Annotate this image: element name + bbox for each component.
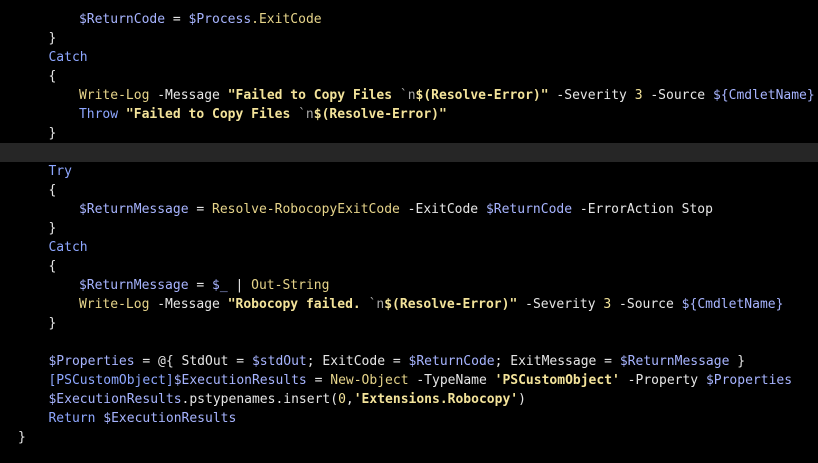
- code-token-plain: }: [48, 126, 57, 141]
- code-line[interactable]: Write-Log -Message "Robocopy failed. `n$…: [0, 295, 818, 314]
- code-line[interactable]: Write-Log -Message "Failed to Copy Files…: [0, 86, 818, 105]
- code-token-cmd: Out-String: [251, 278, 330, 293]
- code-token-param: -Source: [611, 297, 682, 312]
- code-token-param: -ErrorAction Stop: [572, 202, 713, 217]
- code-token-cmd: New-Object: [330, 373, 409, 388]
- code-token-op: |: [227, 278, 252, 293]
- code-token-var: $Properties: [705, 373, 793, 388]
- code-line[interactable]: {: [0, 181, 818, 200]
- code-token-var: $ReturnCode: [485, 202, 573, 217]
- code-line[interactable]: }: [0, 314, 818, 333]
- code-token-plain: ; ExitCode =: [306, 354, 409, 369]
- code-token-var: $ReturnMessage: [78, 202, 189, 217]
- code-line[interactable]: Try: [0, 162, 818, 181]
- code-token-param: -Property: [619, 373, 706, 388]
- code-token-var: $Properties: [48, 354, 135, 369]
- code-token-escape: `n: [298, 107, 314, 122]
- code-token-plain: ,: [345, 392, 354, 407]
- code-token-plain: ; ExitMessage =: [494, 354, 620, 369]
- code-token-escape: `n: [399, 88, 416, 103]
- code-token-keyword: Try: [48, 164, 72, 179]
- code-token-type: [PSCustomObject]: [48, 373, 174, 388]
- code-line[interactable]: {: [0, 257, 818, 276]
- code-token-keyword: Catch: [48, 240, 88, 255]
- code-token-var: $ExecutionResults: [103, 411, 237, 426]
- code-token-string: 'PSCustomObject': [494, 373, 620, 388]
- code-token-param: -Message: [149, 88, 228, 103]
- code-token-var: $_: [212, 278, 228, 293]
- code-token-plain: }: [48, 31, 57, 46]
- code-token-number: 3: [634, 88, 643, 103]
- code-line[interactable]: {: [0, 67, 818, 86]
- code-line[interactable]: }: [0, 428, 818, 447]
- code-token-plain: =: [188, 278, 213, 293]
- code-line[interactable]: Throw "Failed to Copy Files `n$(Resolve-…: [0, 105, 818, 124]
- code-token-param: -Source: [642, 88, 713, 103]
- code-token-param: -TypeName: [408, 373, 495, 388]
- code-token-string: "Robocopy failed.: [227, 297, 369, 312]
- code-token-plain: }: [729, 354, 746, 369]
- code-token-plain: =: [165, 12, 189, 27]
- code-token-cmd: .ExitCode: [251, 12, 322, 27]
- code-token-plain: ): [518, 392, 526, 407]
- code-token-plain: }: [18, 430, 26, 445]
- code-token-var: $ReturnCode: [78, 12, 166, 27]
- code-token-string: "Failed to Copy Files: [227, 88, 400, 103]
- code-line[interactable]: }: [0, 29, 818, 48]
- code-line[interactable]: $ReturnMessage = Resolve-RobocopyExitCod…: [0, 200, 818, 219]
- code-token-plain: }: [48, 316, 57, 331]
- code-token-keyword: Return: [48, 411, 96, 426]
- code-token-var: ${CmdletName}: [712, 88, 815, 103]
- code-token-plain: .pstypenames.insert(: [181, 392, 339, 407]
- code-token-var: ${CmdletName}: [681, 297, 784, 312]
- code-token-var: $ExecutionResults: [48, 392, 182, 407]
- code-token-string: "Failed to Copy Files: [125, 107, 299, 122]
- code-token-var: $ReturnCode: [408, 354, 495, 369]
- code-line[interactable]: $Properties = @{ StdOut = $stdOut; ExitC…: [0, 352, 818, 371]
- code-token-string: $(Resolve-Error)": [384, 297, 518, 312]
- code-token-param: -Severity: [517, 297, 604, 312]
- code-line[interactable]: Catch: [0, 48, 818, 67]
- code-token-cmd: Write-Log: [78, 297, 150, 312]
- code-token-plain: {: [48, 69, 57, 84]
- code-token-var: $stdOut: [251, 354, 307, 369]
- code-token-number: 0: [338, 392, 346, 407]
- code-token-plain: =: [188, 202, 213, 217]
- code-token-cmd: Write-Log: [78, 88, 150, 103]
- code-token-plain: =: [306, 373, 331, 388]
- code-line[interactable]: [PSCustomObject]$ExecutionResults = New-…: [0, 371, 818, 390]
- code-editor[interactable]: $ReturnCode = $Process.ExitCode} Catch { Wr…: [0, 0, 818, 463]
- code-line[interactable]: Return $ExecutionResults: [0, 409, 818, 428]
- code-token-escape: `n: [368, 297, 385, 312]
- code-line[interactable]: Catch: [0, 238, 818, 257]
- code-line[interactable]: $ExecutionResults.pstypenames.insert(0,'…: [0, 390, 818, 409]
- code-token-string: $(Resolve-Error)": [313, 107, 447, 122]
- code-token-plain: = @{ StdOut =: [134, 354, 252, 369]
- code-token-var: $Process: [188, 12, 252, 27]
- code-token-var: $ReturnMessage: [78, 278, 189, 293]
- code-token-param: -Message: [149, 297, 228, 312]
- code-line[interactable]: }: [0, 219, 818, 238]
- code-token-var: $ExecutionResults: [173, 373, 307, 388]
- code-token-keyword: Throw: [78, 107, 119, 122]
- code-token-param: -ExitCode: [399, 202, 486, 217]
- code-token-plain: }: [48, 221, 57, 236]
- code-token-cmd: Resolve-RobocopyExitCode: [212, 202, 400, 217]
- code-token-string: $(Resolve-Error)": [415, 88, 549, 103]
- code-token-plain: {: [48, 183, 57, 198]
- code-line[interactable]: }: [0, 124, 818, 143]
- code-token-var: $ReturnMessage: [619, 354, 730, 369]
- code-token-string: 'Extensions.Robocopy': [353, 392, 519, 407]
- code-line[interactable]: $ReturnCode = $Process.ExitCode: [0, 10, 818, 29]
- code-token-param: -Severity: [548, 88, 635, 103]
- code-line[interactable]: $ReturnMessage = $_ | Out-String: [0, 276, 818, 295]
- code-line[interactable]: [0, 333, 818, 352]
- code-token-plain: {: [48, 259, 57, 274]
- code-token-keyword: Catch: [48, 50, 88, 65]
- current-line[interactable]: [0, 143, 818, 162]
